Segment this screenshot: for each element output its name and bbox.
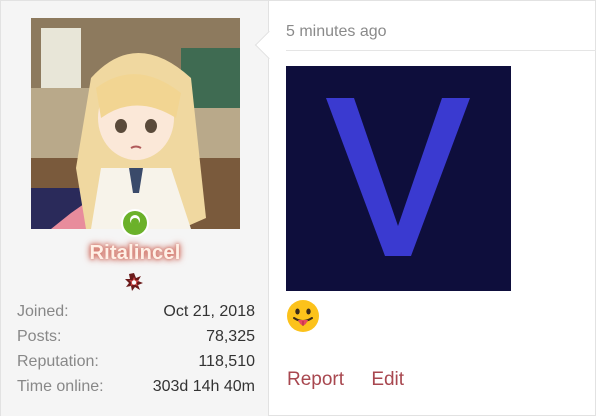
user-stats: Joined: Oct 21, 2018 Posts: 78,325 Reput… [17,301,255,401]
avatar-image [31,18,240,229]
stat-value: Oct 21, 2018 [163,303,255,320]
stat-value: 303d 14h 40m [152,378,255,395]
post-actions: Report Edit [287,369,426,391]
stat-posts: Posts: 78,325 [17,326,255,351]
tongue-out-emoji [287,300,319,332]
post-image[interactable] [286,66,511,291]
username[interactable]: Ritalincel [1,242,269,265]
stat-reputation: Reputation: 118,510 [17,351,255,376]
divider [286,50,596,51]
stat-label: Time online: [17,378,104,395]
stat-value[interactable]: 78,325 [206,326,255,351]
stat-label: Posts: [17,328,62,345]
report-link[interactable]: Report [287,369,344,390]
avatar[interactable] [31,18,240,229]
stat-label: Joined: [17,303,69,320]
forum-post: Ritalincel Joined: Oct 21, 2018 Posts: 7… [0,0,596,416]
stat-joined: Joined: Oct 21, 2018 [17,301,255,326]
stat-label: Reputation: [17,353,99,370]
user-info-pane: Ritalincel Joined: Oct 21, 2018 Posts: 7… [1,1,269,416]
stat-time-online: Time online: 303d 14h 40m [17,376,255,401]
post-content: 5 minutes ago Report Edit [269,1,596,416]
post-timestamp[interactable]: 5 minutes ago [286,23,387,41]
rank-badge-icon [125,273,143,291]
stat-value[interactable]: 118,510 [198,351,255,376]
online-status-icon [121,209,149,237]
edit-link[interactable]: Edit [371,369,404,390]
